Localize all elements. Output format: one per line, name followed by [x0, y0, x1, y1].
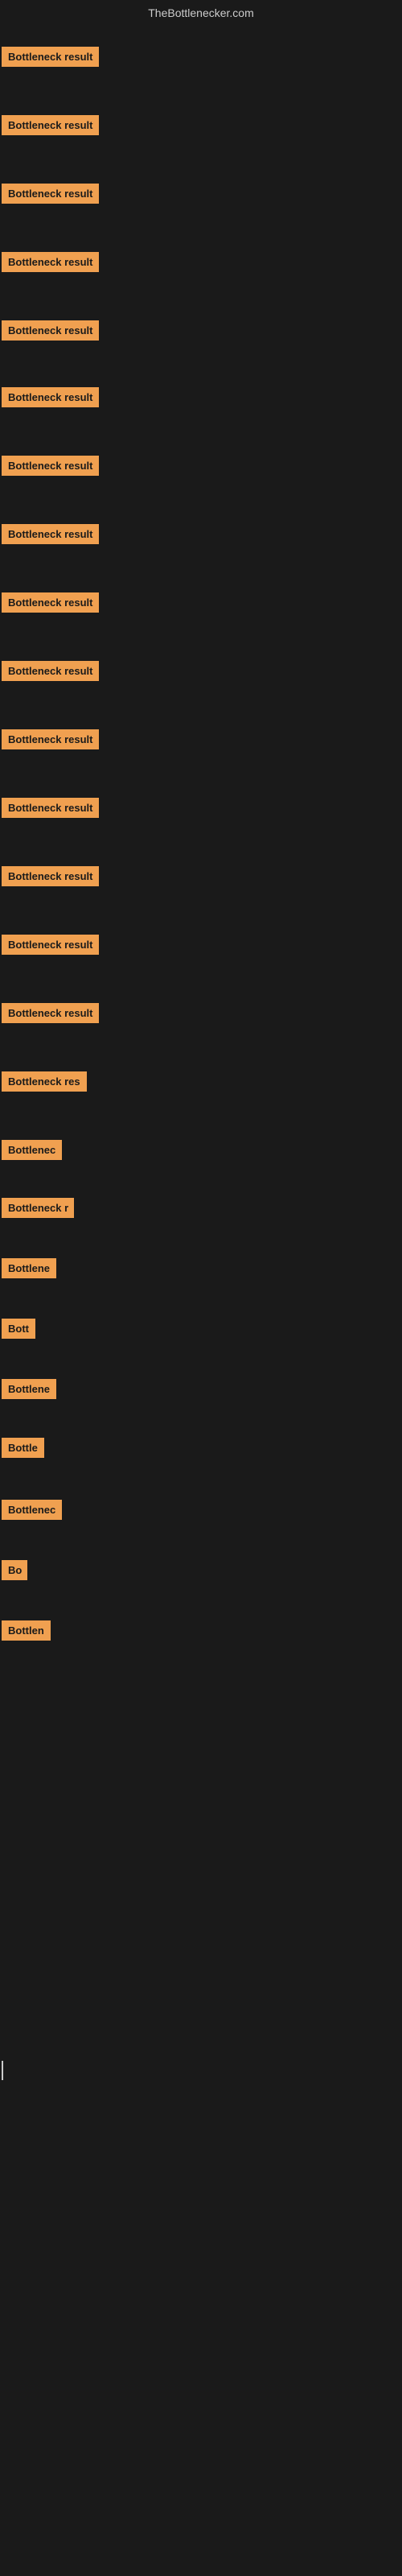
bottleneck-badge[interactable]: Bottle: [2, 1438, 44, 1458]
page-wrapper: TheBottlenecker.com Bottleneck resultBot…: [0, 0, 402, 2576]
bottleneck-badge[interactable]: Bottleneck result: [2, 661, 99, 681]
bottleneck-badge[interactable]: Bottleneck result: [2, 115, 99, 135]
list-item[interactable]: Bottlenec: [2, 1140, 62, 1164]
list-item[interactable]: Bottleneck result: [2, 456, 99, 480]
list-item[interactable]: Bottleneck result: [2, 798, 99, 822]
list-item[interactable]: Bottleneck r: [2, 1198, 74, 1222]
bottleneck-badge[interactable]: Bott: [2, 1319, 35, 1339]
bottleneck-badge[interactable]: Bottlene: [2, 1258, 56, 1278]
list-item[interactable]: Bottleneck result: [2, 592, 99, 617]
bottleneck-badge[interactable]: Bottleneck r: [2, 1198, 74, 1218]
bottleneck-badge[interactable]: Bottleneck res: [2, 1071, 87, 1092]
site-title: TheBottlenecker.com: [148, 6, 254, 19]
list-item[interactable]: Bottleneck result: [2, 1003, 99, 1027]
list-item[interactable]: Bottle: [2, 1438, 44, 1462]
bottleneck-badge[interactable]: Bottlenec: [2, 1500, 62, 1520]
bottleneck-badge[interactable]: Bottleneck result: [2, 524, 99, 544]
bottleneck-badge[interactable]: Bottleneck result: [2, 387, 99, 407]
cursor-indicator: [2, 2061, 3, 2080]
list-item[interactable]: Bottlen: [2, 1620, 51, 1645]
list-item[interactable]: Bott: [2, 1319, 35, 1343]
list-item[interactable]: Bottleneck res: [2, 1071, 87, 1096]
list-item[interactable]: Bottleneck result: [2, 387, 99, 411]
list-item[interactable]: Bottleneck result: [2, 184, 99, 208]
list-item[interactable]: Bottleneck result: [2, 729, 99, 753]
bottleneck-badge[interactable]: Bottlen: [2, 1620, 51, 1641]
list-item[interactable]: Bottleneck result: [2, 524, 99, 548]
list-item[interactable]: Bottleneck result: [2, 320, 99, 345]
bottleneck-badge[interactable]: Bottleneck result: [2, 729, 99, 749]
bottleneck-badge[interactable]: Bo: [2, 1560, 27, 1580]
bottleneck-badge[interactable]: Bottleneck result: [2, 320, 99, 341]
list-item[interactable]: Bottleneck result: [2, 866, 99, 890]
list-item[interactable]: Bottlene: [2, 1258, 56, 1282]
list-item[interactable]: Bo: [2, 1560, 27, 1584]
bottleneck-badge[interactable]: Bottlene: [2, 1379, 56, 1399]
bottleneck-badge[interactable]: Bottleneck result: [2, 252, 99, 272]
bottleneck-badge[interactable]: Bottleneck result: [2, 592, 99, 613]
list-item[interactable]: Bottleneck result: [2, 115, 99, 139]
list-item[interactable]: Bottlene: [2, 1379, 56, 1403]
list-item[interactable]: Bottleneck result: [2, 47, 99, 71]
list-item[interactable]: Bottlenec: [2, 1500, 62, 1524]
site-header: TheBottlenecker.com: [0, 0, 402, 23]
list-item[interactable]: Bottleneck result: [2, 935, 99, 959]
bottleneck-badge[interactable]: Bottleneck result: [2, 935, 99, 955]
bottleneck-badge[interactable]: Bottleneck result: [2, 1003, 99, 1023]
bottleneck-badge[interactable]: Bottleneck result: [2, 47, 99, 67]
list-item[interactable]: Bottleneck result: [2, 661, 99, 685]
bottleneck-badge[interactable]: Bottleneck result: [2, 456, 99, 476]
bottleneck-badge[interactable]: Bottleneck result: [2, 798, 99, 818]
list-item[interactable]: Bottleneck result: [2, 252, 99, 276]
bottleneck-badge[interactable]: Bottlenec: [2, 1140, 62, 1160]
bottleneck-badge[interactable]: Bottleneck result: [2, 184, 99, 204]
bottleneck-list: Bottleneck result Bottleneck result Bottle…: [0, 23, 402, 1794]
bottleneck-badge[interactable]: Bottleneck result: [2, 866, 99, 886]
